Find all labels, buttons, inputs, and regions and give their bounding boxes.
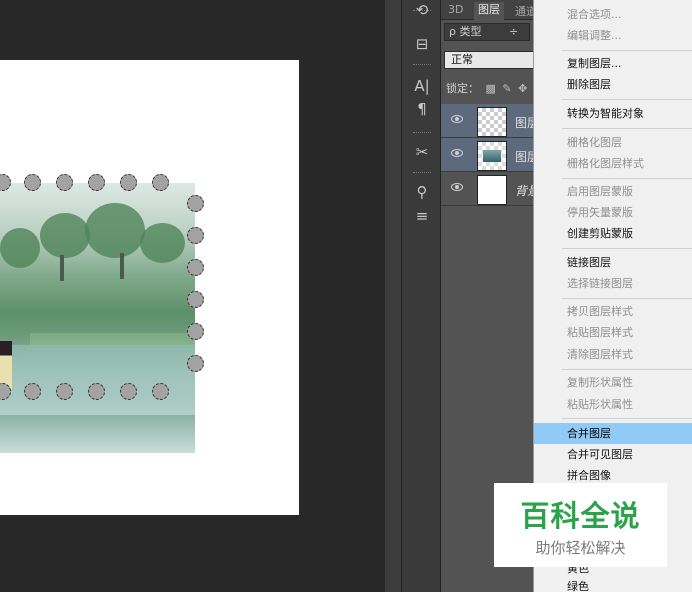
menu-item-blend-options: 混合选项... — [567, 8, 622, 21]
border-dot — [24, 383, 41, 400]
blend-mode-select[interactable]: 正常 — [444, 51, 539, 69]
tab-layers[interactable]: 图层 — [474, 2, 504, 20]
border-dot — [152, 174, 169, 191]
layer-row[interactable]: 背景 — [441, 172, 541, 206]
lock-transparent-icon[interactable]: ▩ — [486, 82, 496, 95]
border-dot — [88, 383, 105, 400]
menu-item-link-layers[interactable]: 链接图层 — [534, 252, 692, 273]
lock-row: 锁定： ▩ ✎ ✥ — [446, 80, 527, 96]
menu-item-create-clipping-mask[interactable]: 创建剪贴蒙版 — [534, 223, 692, 244]
border-dot — [187, 227, 204, 244]
panel-icon-strip: ⟲ ⊟ A| ¶ ✂ ⚲ ≡ — [401, 0, 441, 592]
menu-item-edit-adjustment: 编辑调整... — [567, 29, 622, 42]
border-dot — [88, 174, 105, 191]
border-dot — [187, 195, 204, 212]
layer-filter-select[interactable]: ρ 类型 ÷ — [444, 23, 530, 41]
menu-item-clear-style: 清除图层样式 — [567, 348, 633, 361]
menu-item-color-green[interactable]: 绿色 — [534, 576, 692, 592]
border-dot — [56, 174, 73, 191]
paragraph-icon[interactable]: ¶ — [411, 99, 433, 119]
menu-item-disable-vector-mask: 停用矢量蒙版 — [567, 206, 633, 219]
history-icon[interactable]: ⟲ — [411, 0, 433, 20]
brush-presets-icon[interactable]: ⚲ — [411, 182, 433, 202]
chevron-down-icon: ÷ — [509, 25, 519, 38]
lock-move-icon[interactable]: ✥ — [518, 82, 527, 95]
eye-icon[interactable] — [451, 183, 463, 191]
filter-label: ρ 类型 — [449, 25, 482, 38]
border-dot — [187, 259, 204, 276]
border-dot — [152, 383, 169, 400]
menu-item-merge-layers[interactable]: 合并图层 — [534, 423, 692, 444]
border-dot — [187, 355, 204, 372]
border-dot — [120, 174, 137, 191]
layer-thumbnail — [477, 175, 507, 205]
menu-item-select-linked: 选择链接图层 — [567, 277, 633, 290]
border-dot — [187, 323, 204, 340]
tools-icon[interactable]: ✂ — [411, 142, 433, 162]
properties-icon[interactable]: ⊟ — [411, 34, 433, 54]
watermark-logo: 百科全说 助你轻松解决 — [494, 483, 667, 567]
border-dot — [187, 291, 204, 308]
layer-row[interactable]: 图层 — [441, 104, 541, 138]
character-icon[interactable]: A| — [411, 76, 433, 96]
menu-item-copy-shape-attrs: 复制形状属性 — [567, 376, 633, 389]
adjust-icon[interactable]: ≡ — [411, 206, 433, 226]
menu-item-delete-layer[interactable]: 删除图层 — [534, 74, 692, 95]
lock-paint-icon[interactable]: ✎ — [502, 82, 511, 95]
watermark-subtitle: 助你轻松解决 — [535, 539, 626, 557]
layer-row[interactable]: 图层 — [441, 138, 541, 172]
menu-item-paste-style: 粘贴图层样式 — [567, 326, 633, 339]
girl-figure — [0, 341, 12, 389]
menu-item-enable-mask: 启用图层蒙版 — [567, 185, 633, 198]
border-dot — [56, 383, 73, 400]
document-page[interactable] — [0, 60, 299, 515]
lock-label: 锁定： — [446, 82, 479, 95]
menu-item-convert-smart-object[interactable]: 转换为智能对象 — [534, 103, 692, 124]
watermark-title: 百科全说 — [520, 499, 641, 533]
panel-tabs: 3D 图层 通道 — [441, 0, 541, 20]
tab-3d[interactable]: 3D — [448, 3, 463, 16]
menu-item-merge-visible[interactable]: 合并可见图层 — [534, 444, 692, 465]
stamp-photo-image — [0, 183, 195, 453]
menu-item-rasterize-style: 栅格化图层样式 — [567, 157, 644, 170]
canvas-scrollbar[interactable] — [385, 0, 401, 592]
border-dot — [24, 174, 41, 191]
eye-icon[interactable] — [451, 149, 463, 157]
document-canvas-area[interactable] — [0, 0, 385, 592]
menu-item-rasterize-layer: 栅格化图层 — [567, 136, 622, 149]
layer-thumbnail — [477, 107, 507, 137]
menu-item-paste-shape-attrs: 粘贴形状属性 — [567, 398, 633, 411]
menu-item-duplicate-layer[interactable]: 复制图层... — [534, 53, 692, 74]
border-dot — [120, 383, 137, 400]
menu-item-copy-style: 拷贝图层样式 — [567, 305, 633, 318]
layer-thumbnail — [477, 141, 507, 171]
eye-icon[interactable] — [451, 115, 463, 123]
